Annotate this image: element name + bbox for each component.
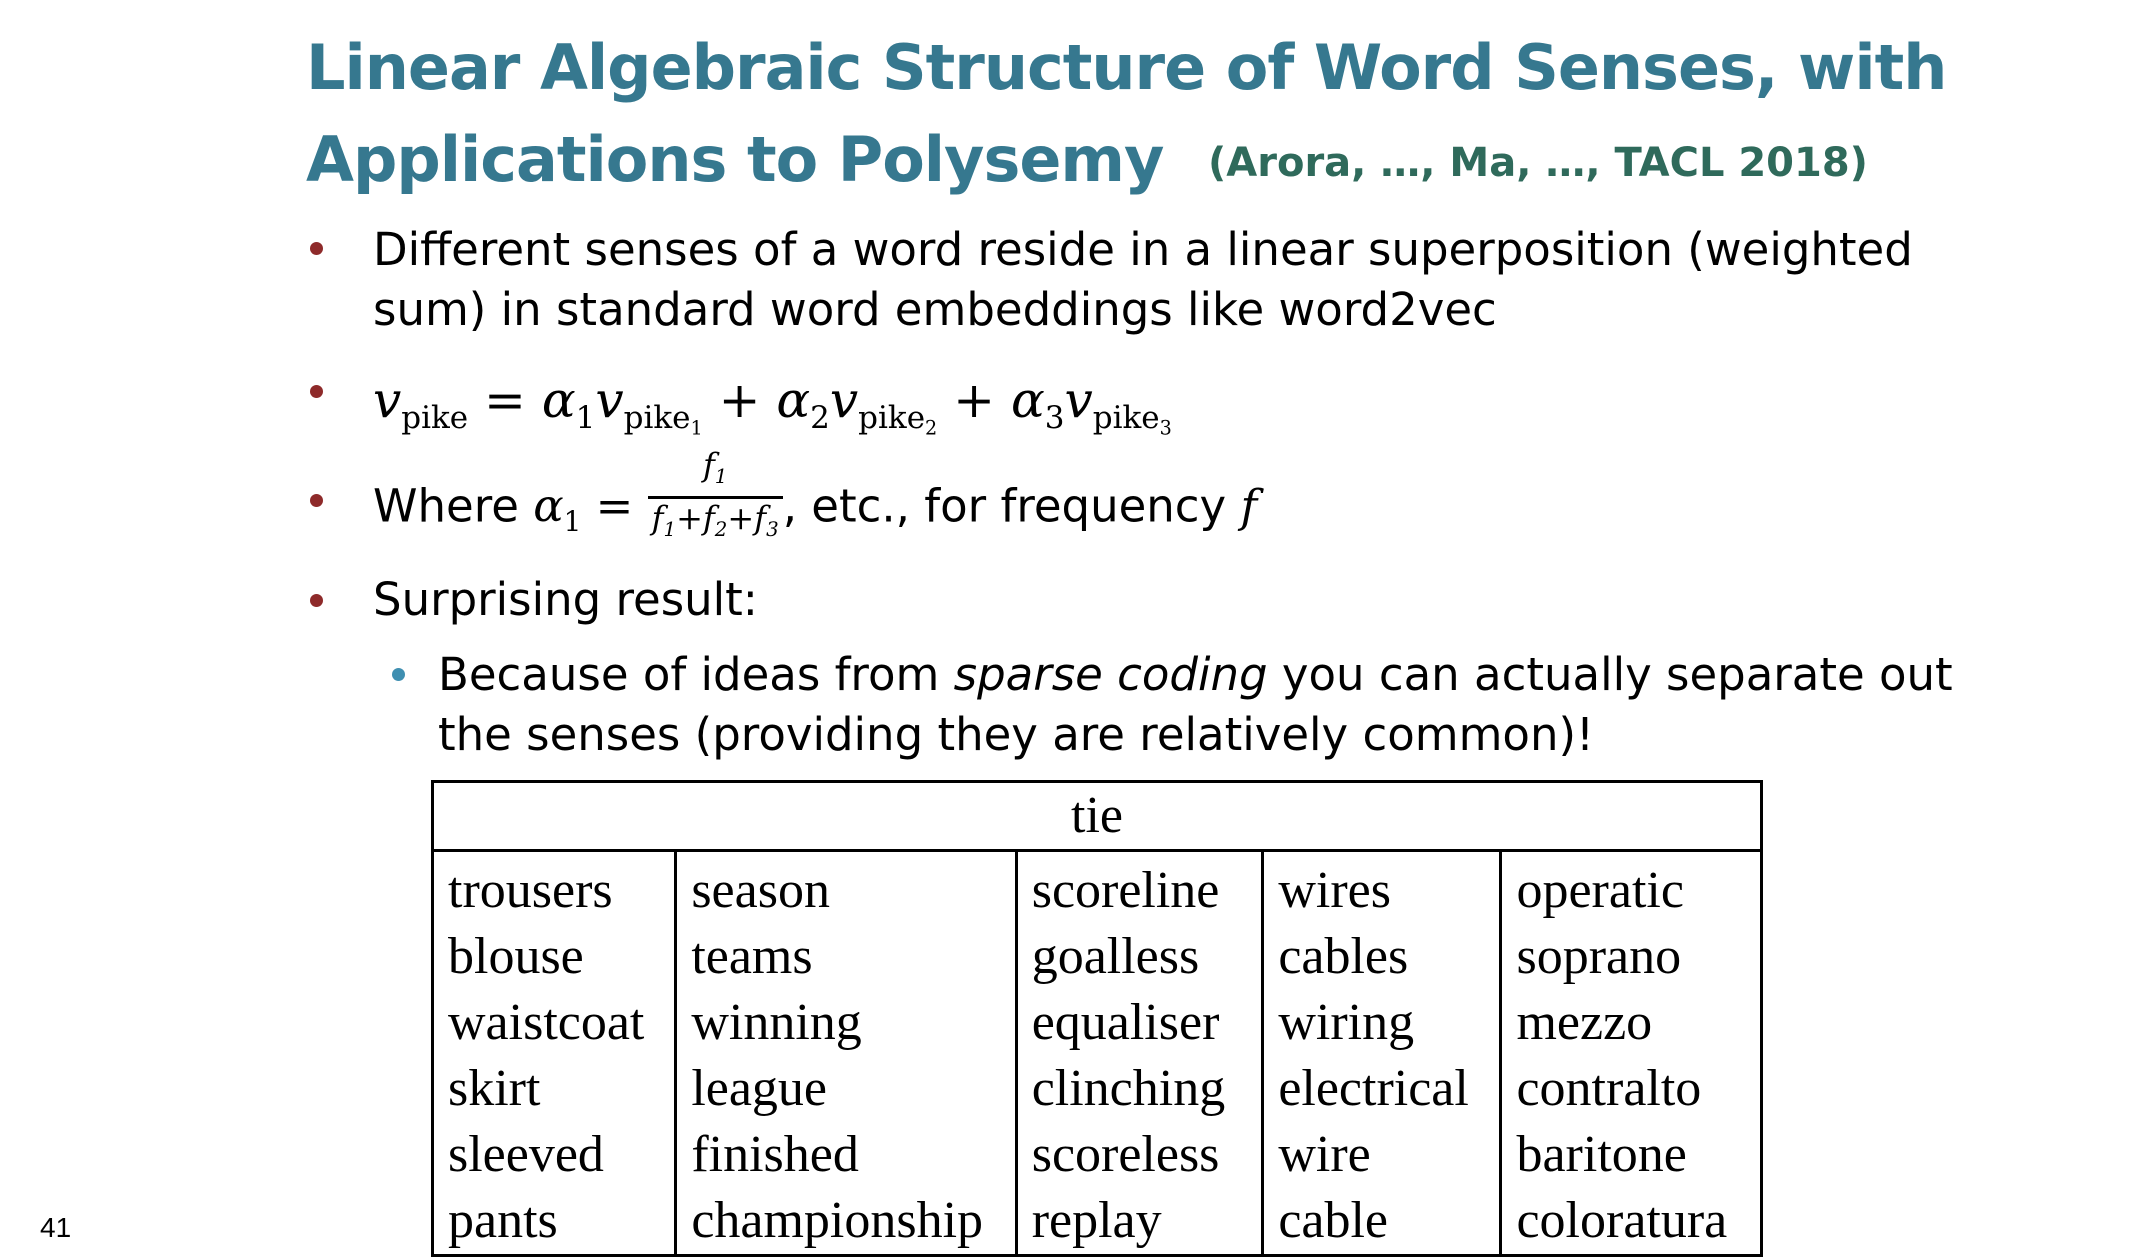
bullet-dot [310,385,323,398]
bullet-3-prefix: Where [373,479,534,533]
sub-bullet-text: Because of ideas from sparse coding you … [438,645,1953,765]
bullet-dot [310,494,323,507]
sense-word: cables [1278,928,1409,985]
sense-word: wiring [1278,994,1415,1051]
sense-word: equaliser [1031,994,1220,1051]
sense-column: operatic soprano mezzo contralto baritone col… [1499,850,1763,1257]
frequency-fraction: f1 f1+f2+f3 [647,446,783,549]
sense-word: contralto [1516,1060,1702,1117]
alpha-1: α1 [533,479,582,539]
bullet-4-text: Surprising result: [373,573,758,626]
sense-word: mezzo [1516,994,1653,1051]
sub-bullet-line-2: the senses (providing they are relativel… [438,708,1595,761]
bullet-3-suffix: , etc., for frequency [782,479,1241,533]
sub-bullet-part-a: Because of ideas from [438,648,954,701]
sense-word: finished [691,1126,859,1183]
sense-word: season [691,862,830,919]
citation: (Arora, …, Ma, …, TACL 2018) [1208,140,1868,186]
sense-word: teams [691,928,813,985]
sense-word: championship [691,1192,984,1249]
sense-word: scoreless [1031,1126,1220,1183]
sense-word: clinching [1031,1060,1226,1117]
table-header: tie [431,780,1763,852]
sub-bullet-part-b: you can actually separate out [1267,648,1953,701]
bullet-dot [310,242,323,255]
sense-word: electrical [1278,1060,1469,1117]
sense-column: trousers blouse waistcoat skirt sleeved pants [430,850,678,1257]
sense-word: league [691,1060,827,1117]
sense-word: blouse [448,928,584,985]
bullet-3-text: Where α1 = f1 f1+f2+f3 , etc., for frequ… [373,446,1258,552]
sense-word: pants [448,1192,558,1249]
sense-word: skirt [448,1060,541,1117]
page-number: 41 [40,1212,72,1243]
sub-bullet-emphasis: sparse coding [953,648,1268,701]
sense-column: scoreline goalless equaliser clinching score… [1014,850,1265,1257]
sense-word: wires [1278,862,1391,919]
sense-word: replay [1031,1192,1162,1249]
sense-table: tie trousers blouse waistcoat skirt sleeved p… [430,780,1763,1257]
sense-word: sleeved [448,1126,604,1183]
sense-word: goalless [1031,928,1200,985]
title-line-1: Linear Algebraic Structure of Word Sense… [306,31,1947,104]
sense-column: wires cables wiring electrical wire cable [1261,850,1503,1257]
sense-word: trousers [448,862,613,919]
sense-word: winning [691,994,862,1051]
frequency-var: f [1240,479,1258,533]
sense-word: cable [1278,1192,1389,1249]
sense-word: waistcoat [448,994,645,1051]
sense-word: coloratura [1516,1192,1728,1249]
bullet-1-line-2: sum) in standard word embeddings like wo… [373,283,1497,336]
sense-word: operatic [1516,862,1684,919]
sense-column: season teams winning league finished champion… [674,850,1018,1257]
bullet-dot [310,594,323,607]
sub-bullet-line-1: Because of ideas from sparse coding you … [438,645,1953,705]
bullet-1-text: Different senses of a word reside in a l… [373,220,1913,340]
sub-bullet-dot [392,668,405,681]
sense-word: scoreline [1031,862,1220,919]
sense-word: soprano [1516,928,1682,985]
bullet-1-line-1: Different senses of a word reside in a l… [373,223,1913,276]
table-row: trousers blouse waistcoat skirt sleeved pants… [430,850,1763,1257]
sense-word: baritone [1516,1126,1687,1183]
sense-word: wire [1278,1126,1371,1183]
